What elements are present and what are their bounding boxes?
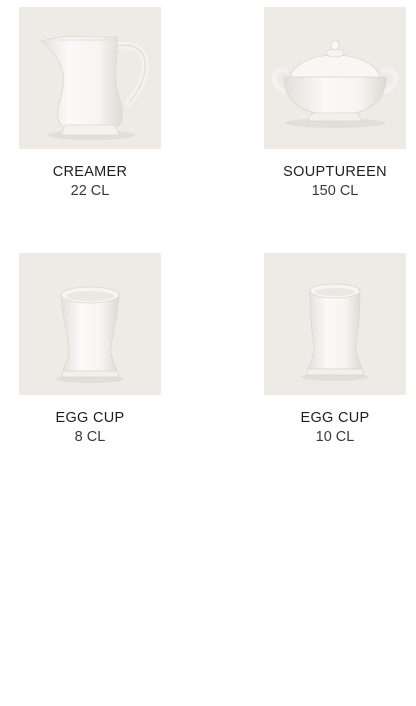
product-card-souptureen[interactable]: SOUPTUREEN 150 CL bbox=[264, 7, 406, 201]
egg-cup-icon bbox=[56, 286, 124, 383]
product-card-egg-cup-8[interactable]: EGG CUP 8 CL bbox=[19, 253, 161, 447]
egg-cup-icon bbox=[301, 283, 369, 381]
product-name: CREAMER bbox=[52, 164, 128, 180]
product-photo[interactable] bbox=[19, 253, 161, 395]
product-photo[interactable] bbox=[19, 7, 161, 149]
product-capacity: 10 CL bbox=[315, 429, 355, 445]
product-name: EGG CUP bbox=[55, 410, 125, 426]
product-capacity: 150 CL bbox=[311, 183, 359, 199]
product-name: EGG CUP bbox=[300, 410, 370, 426]
souptureen-icon bbox=[271, 39, 399, 128]
product-card-egg-cup-10[interactable]: EGG CUP 10 CL bbox=[264, 253, 406, 447]
product-capacity: 22 CL bbox=[70, 183, 110, 199]
product-photo[interactable] bbox=[264, 7, 406, 149]
product-capacity: 8 CL bbox=[74, 429, 106, 445]
product-photo[interactable] bbox=[264, 253, 406, 395]
product-card-creamer[interactable]: CREAMER 22 CL bbox=[19, 7, 161, 201]
product-name: SOUPTUREEN bbox=[283, 164, 387, 180]
creamer-icon bbox=[40, 36, 149, 140]
